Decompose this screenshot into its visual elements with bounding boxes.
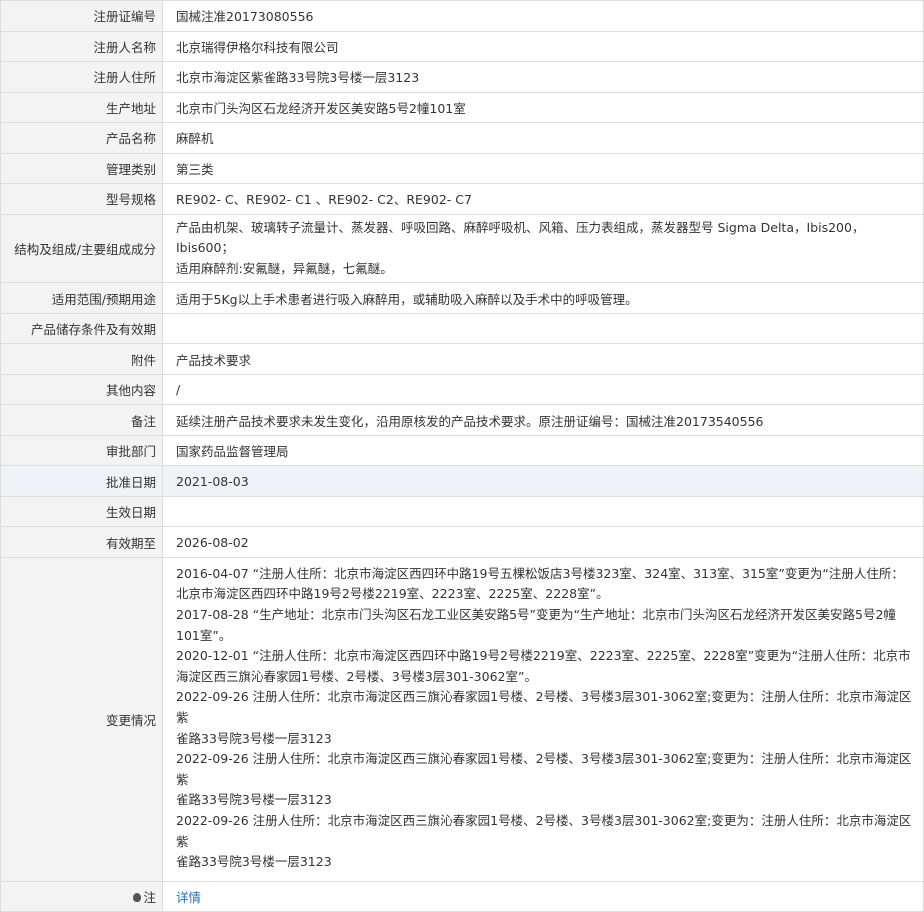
row-scope: 适用范围/预期用途 适用于5Kg以上手术患者进行吸入麻醉用，或辅助吸入麻醉以及手… bbox=[0, 282, 924, 314]
row-production-address: 生产地址 北京市门头沟区石龙经济开发区美安路5号2幢101室 bbox=[0, 91, 924, 123]
value-approval-dept: 国家药品监督管理局 bbox=[162, 434, 924, 467]
change-line: 雀路33号院3号楼一层3123 bbox=[176, 854, 332, 870]
label-attachment: 附件 bbox=[0, 343, 163, 375]
label-note: 注 bbox=[0, 880, 163, 912]
label-approval-dept: 审批部门 bbox=[0, 434, 163, 467]
value-remark: 延续注册产品技术要求未发生变化，沿用原核发的产品技术要求。原注册证编号：国械注准… bbox=[162, 404, 924, 436]
value-note: 详情 bbox=[162, 880, 924, 912]
value-management-class: 第三类 bbox=[162, 152, 924, 184]
value-product-name: 麻醉机 bbox=[162, 122, 924, 154]
change-line: 2022-09-26 注册人住所：北京市海淀区西三旗沁春家园1号楼、2号楼、3号… bbox=[176, 751, 912, 787]
value-valid-until: 2026-08-02 bbox=[162, 526, 924, 558]
label-address: 注册人住所 bbox=[0, 61, 163, 93]
row-product-name: 产品名称 麻醉机 bbox=[0, 122, 924, 154]
row-note: 注 详情 bbox=[0, 880, 924, 912]
value-other: / bbox=[162, 373, 924, 406]
change-line: 101室”。 bbox=[176, 627, 232, 643]
change-line: 2022-09-26 注册人住所：北京市海淀区西三旗沁春家园1号楼、2号楼、3号… bbox=[176, 812, 912, 849]
label-product-name: 产品名称 bbox=[0, 122, 163, 154]
structure-line-2: 适用麻醉剂:安氟醚，异氟醚，七氟醚。 bbox=[176, 260, 393, 276]
details-link[interactable]: 详情 bbox=[176, 890, 201, 905]
row-structure: 结构及组成/主要组成成分 产品由机架、玻璃转子流量计、蒸发器、呼吸回路、麻醉呼吸… bbox=[0, 213, 924, 284]
change-line: 北京市海淀区西四环中路19号2号楼2219室、2223室、2225室、2228室… bbox=[176, 586, 609, 602]
label-storage: 产品储存条件及有效期 bbox=[0, 312, 163, 345]
label-structure: 结构及组成/主要组成成分 bbox=[0, 213, 163, 284]
label-changes: 变更情况 bbox=[0, 556, 163, 882]
lightbulb-icon bbox=[133, 892, 142, 902]
label-scope: 适用范围/预期用途 bbox=[0, 282, 163, 314]
row-remark: 备注 延续注册产品技术要求未发生变化，沿用原核发的产品技术要求。原注册证编号：国… bbox=[0, 404, 924, 436]
value-effective-date bbox=[162, 495, 924, 528]
change-line: 2022-09-26 注册人住所：北京市海淀区西三旗沁春家园1号楼、2号楼、3号… bbox=[176, 689, 912, 725]
change-line: 2016-04-07 “注册人住所：北京市海淀区西四环中路19号五棵松饭店3号楼… bbox=[176, 565, 904, 581]
value-attachment: 产品技术要求 bbox=[162, 343, 924, 375]
value-registrant: 北京瑞得伊格尔科技有限公司 bbox=[162, 30, 924, 62]
row-approval-dept: 审批部门 国家药品监督管理局 bbox=[0, 434, 924, 467]
row-management-class: 管理类别 第三类 bbox=[0, 152, 924, 184]
label-other: 其他内容 bbox=[0, 373, 163, 406]
label-valid-until: 有效期至 bbox=[0, 526, 163, 558]
label-reg-no: 注册证编号 bbox=[0, 0, 163, 32]
row-attachment: 附件 产品技术要求 bbox=[0, 343, 924, 375]
label-effective-date: 生效日期 bbox=[0, 495, 163, 528]
label-model-spec: 型号规格 bbox=[0, 183, 163, 215]
change-line: 海淀区西三旗沁春家园1号楼、2号楼、3号楼3层301-3062室”。 bbox=[176, 668, 537, 684]
change-line: 2017-08-28 “生产地址：北京市门头沟区石龙工业区美安路5号”变更为“生… bbox=[176, 606, 896, 622]
row-effective-date: 生效日期 bbox=[0, 495, 924, 528]
value-scope: 适用于5Kg以上手术患者进行吸入麻醉用，或辅助吸入麻醉以及手术中的呼吸管理。 bbox=[162, 282, 924, 314]
registration-detail-table: 注册证编号 国械注准20173080556 注册人名称 北京瑞得伊格尔科技有限公… bbox=[0, 0, 924, 912]
label-production-address: 生产地址 bbox=[0, 91, 163, 123]
change-line: 雀路33号院3号楼一层3123 bbox=[176, 792, 332, 808]
row-changes: 变更情况 2016-04-07 “注册人住所：北京市海淀区西四环中路19号五棵松… bbox=[0, 556, 924, 882]
value-storage bbox=[162, 312, 924, 345]
label-remark: 备注 bbox=[0, 404, 163, 436]
value-production-address: 北京市门头沟区石龙经济开发区美安路5号2幢101室 bbox=[162, 91, 924, 123]
row-approval-date: 批准日期 2021-08-03 bbox=[0, 465, 924, 497]
row-address: 注册人住所 北京市海淀区紫雀路33号院3号楼一层3123 bbox=[0, 61, 924, 93]
change-line: 雀路33号院3号楼一层3123 bbox=[176, 730, 332, 746]
value-model-spec: RE902- C、RE902- C1 、RE902- C2、RE902- C7 bbox=[162, 183, 924, 215]
value-changes: 2016-04-07 “注册人住所：北京市海淀区西四环中路19号五棵松饭店3号楼… bbox=[162, 556, 924, 882]
row-storage: 产品储存条件及有效期 bbox=[0, 312, 924, 345]
row-valid-until: 有效期至 2026-08-02 bbox=[0, 526, 924, 558]
value-address: 北京市海淀区紫雀路33号院3号楼一层3123 bbox=[162, 61, 924, 93]
row-reg-no: 注册证编号 国械注准20173080556 bbox=[0, 0, 924, 32]
value-structure: 产品由机架、玻璃转子流量计、蒸发器、呼吸回路、麻醉呼吸机、风箱、压力表组成，蒸发… bbox=[162, 213, 924, 284]
change-line: 2020-12-01 “注册人住所：北京市海淀区西四环中路19号2号楼2219室… bbox=[176, 648, 911, 664]
label-registrant: 注册人名称 bbox=[0, 30, 163, 62]
row-other: 其他内容 / bbox=[0, 373, 924, 406]
structure-line-1: 产品由机架、玻璃转子流量计、蒸发器、呼吸回路、麻醉呼吸机、风箱、压力表组成，蒸发… bbox=[176, 219, 865, 256]
note-label: 注 bbox=[143, 889, 156, 905]
value-approval-date: 2021-08-03 bbox=[162, 465, 924, 497]
label-approval-date: 批准日期 bbox=[0, 465, 163, 497]
label-management-class: 管理类别 bbox=[0, 152, 163, 184]
row-registrant: 注册人名称 北京瑞得伊格尔科技有限公司 bbox=[0, 30, 924, 62]
row-model-spec: 型号规格 RE902- C、RE902- C1 、RE902- C2、RE902… bbox=[0, 183, 924, 215]
value-reg-no: 国械注准20173080556 bbox=[162, 0, 924, 32]
